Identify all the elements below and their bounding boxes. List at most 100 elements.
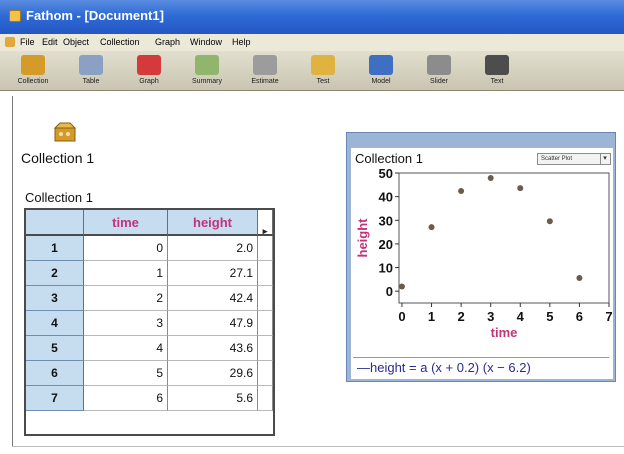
y-tick-label: 40 [379, 190, 393, 205]
menu-edit[interactable]: Edit [42, 37, 58, 47]
plot-area [398, 172, 610, 304]
toolbar-button-label: Table [82, 78, 100, 85]
x-tick-label: 7 [605, 309, 612, 324]
x-axis-label: time [491, 325, 518, 340]
toolbar-button-table[interactable]: Table [62, 53, 120, 89]
column-header-time[interactable]: time [84, 210, 168, 236]
y-tick-label: 50 [379, 166, 393, 181]
fathom-app-icon [9, 10, 21, 22]
collection-box-icon [21, 55, 45, 75]
cell-time[interactable]: 6 [84, 386, 168, 411]
toolbar-button-summary[interactable]: Summary [178, 53, 236, 89]
graph-window[interactable]: Collection 1 Scatter Plot ▾ 0 10 20 30 40 50 0… [346, 132, 616, 382]
x-tick-label: 4 [517, 309, 525, 324]
y-axis-label: height [355, 218, 370, 258]
toolbar-button-text[interactable]: Text [468, 53, 526, 89]
toolbar-button-label: Slider [430, 78, 448, 85]
row-index[interactable]: 1 [26, 236, 84, 261]
new-attribute-column[interactable]: ▸ [258, 210, 273, 236]
plotted-function-formula[interactable]: —height = a (x + 0.2) (x − 6.2) [353, 357, 609, 377]
x-tick-label: 0 [398, 309, 405, 324]
cell-empty[interactable] [258, 386, 273, 411]
toolbar-button-collection[interactable]: Collection [4, 53, 62, 89]
cell-empty[interactable] [258, 361, 273, 386]
cell-height[interactable]: 2.0 [168, 236, 258, 261]
menu-help[interactable]: Help [232, 37, 251, 47]
cell-height[interactable]: 27.1 [168, 261, 258, 286]
y-tick-label: 0 [386, 284, 393, 299]
menu-object[interactable]: Object [63, 37, 89, 47]
row-header-corner [26, 210, 84, 236]
toolbar-button-label: Summary [192, 78, 222, 85]
toolbar-button-label: Test [316, 78, 330, 85]
row-index[interactable]: 7 [26, 386, 84, 411]
cell-time[interactable]: 2 [84, 286, 168, 311]
x-tick-label: 6 [576, 309, 583, 324]
toolbar-button-label: Model [371, 78, 391, 85]
row-index[interactable]: 4 [26, 311, 84, 336]
cell-height[interactable]: 29.6 [168, 361, 258, 386]
x-tick-label: 5 [546, 309, 553, 324]
x-tick-label: 3 [487, 309, 494, 324]
column-header-height[interactable]: height [168, 210, 258, 236]
formula-text: height = a (x + 0.2) (x − 6.2) [370, 360, 531, 375]
cell-empty[interactable] [258, 286, 273, 311]
toolbar-button-estimate[interactable]: Estimate [236, 53, 294, 89]
y-tick-label: 30 [379, 213, 393, 228]
document-border [12, 96, 13, 446]
toolbar-button-label: Graph [139, 78, 159, 85]
data-point [428, 224, 435, 231]
cell-empty[interactable] [258, 261, 273, 286]
document-border-bottom [12, 446, 624, 447]
menu-file[interactable]: File [20, 37, 35, 47]
cell-empty[interactable] [258, 336, 273, 361]
model-icon [369, 55, 393, 75]
y-tick-label: 20 [379, 237, 393, 252]
cell-height[interactable]: 42.4 [168, 286, 258, 311]
text-icon [485, 55, 509, 75]
case-table-title: Collection 1 [25, 190, 93, 205]
data-point [546, 218, 553, 225]
cell-time[interactable]: 4 [84, 336, 168, 361]
test-icon [311, 55, 335, 75]
title-bar: Fathom - [Document1] [0, 0, 624, 34]
toolbar-button-label: Text [490, 78, 504, 85]
toolbar: Collection Table Graph Summary Estimate Test M… [0, 51, 624, 91]
cell-empty[interactable] [258, 236, 273, 261]
cell-height[interactable]: 47.9 [168, 311, 258, 336]
data-point [576, 274, 583, 281]
slider-icon [427, 55, 451, 75]
collection-name[interactable]: Collection 1 [21, 150, 94, 166]
graph-icon [137, 55, 161, 75]
row-index[interactable]: 5 [26, 336, 84, 361]
cell-time[interactable]: 0 [84, 236, 168, 261]
cell-time[interactable]: 5 [84, 361, 168, 386]
scatter-plot[interactable]: 0 10 20 30 40 50 0 1 2 3 4 5 6 7 time height [347, 133, 617, 383]
toolbar-button-label: Estimate [251, 78, 279, 85]
cell-empty[interactable] [258, 311, 273, 336]
cell-time[interactable]: 1 [84, 261, 168, 286]
y-tick-label: 10 [379, 261, 393, 276]
toolbar-button-graph[interactable]: Graph [120, 53, 178, 89]
toolbar-button-slider[interactable]: Slider [410, 53, 468, 89]
menu-graph[interactable]: Graph [155, 37, 180, 47]
x-tick-label: 1 [428, 309, 435, 324]
menu-collection[interactable]: Collection [100, 37, 140, 47]
cell-height[interactable]: 5.6 [168, 386, 258, 411]
table-empty-area[interactable] [26, 411, 273, 434]
cell-height[interactable]: 43.6 [168, 336, 258, 361]
window-title: Fathom - [Document1] [26, 8, 164, 23]
menu-window[interactable]: Window [190, 37, 222, 47]
data-point [487, 174, 494, 181]
data-point [458, 187, 465, 194]
toolbar-button-model[interactable]: Model [352, 53, 410, 89]
document-menu-icon[interactable] [5, 37, 15, 47]
toolbar-button-test[interactable]: Test [294, 53, 352, 89]
collection-box-icon[interactable] [52, 122, 78, 142]
row-index[interactable]: 6 [26, 361, 84, 386]
case-table[interactable]: time height ▸ 1 0 2.0 2 1 27.1 3 2 42.4 4 3 47.9 5 4 4… [24, 208, 275, 436]
row-index[interactable]: 3 [26, 286, 84, 311]
row-index[interactable]: 2 [26, 261, 84, 286]
x-tick-label: 2 [457, 309, 464, 324]
cell-time[interactable]: 3 [84, 311, 168, 336]
